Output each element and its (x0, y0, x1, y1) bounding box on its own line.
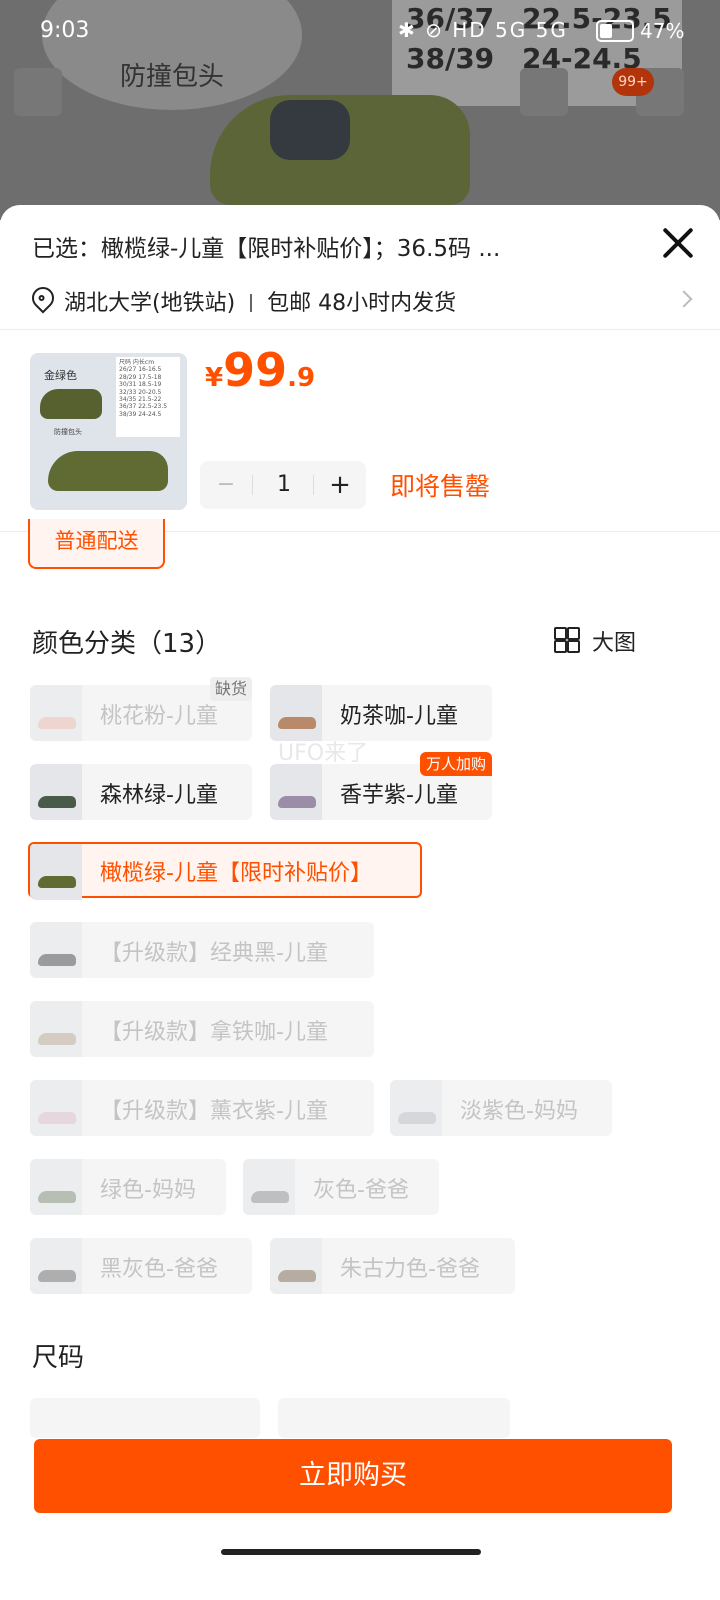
color-option[interactable]: 【升级款】拿铁咖-儿童 (30, 1001, 374, 1057)
decrease-button[interactable]: − (200, 461, 252, 509)
color-swatch (30, 844, 82, 900)
color-option-label: 桃花粉-儿童 (100, 704, 218, 729)
color-option-label: 绿色-妈妈 (100, 1178, 196, 1203)
thumb-table-row: 34/35 21.5-22 (119, 396, 162, 404)
delivery-option-standard[interactable]: 普通配送 (28, 519, 165, 569)
color-option[interactable]: 桃花粉-儿童 缺货 (30, 677, 252, 741)
color-option[interactable]: 淡紫色-妈妈 (390, 1080, 612, 1136)
popular-tag: 万人加购 (419, 752, 492, 776)
buy-now-button[interactable]: 立即购买 (34, 1439, 672, 1513)
big-image-label: 大图 (592, 631, 637, 656)
color-option[interactable]: 森林绿-儿童 (30, 764, 252, 820)
watermark: UFO来了 (278, 741, 369, 766)
status-time: 9:03 (40, 18, 90, 43)
color-swatch (30, 1238, 82, 1294)
thumb-color-label: 金绿色 (44, 369, 77, 382)
color-swatch (30, 1001, 82, 1057)
color-option-label: 【升级款】薰衣紫-儿童 (100, 1099, 328, 1124)
price-integer: 99 (223, 343, 288, 397)
color-option[interactable]: 朱古力色-爸爸 (270, 1238, 515, 1294)
size-option[interactable] (30, 1398, 260, 1438)
color-option[interactable]: 【升级款】经典黑-儿童 (30, 922, 374, 978)
address-text: 湖北大学(地铁站) 包邮 48小时内发货 (64, 285, 456, 317)
cart-count-badge: 99+ (612, 68, 654, 96)
thumb-size-table: 尺码 内长cm 26/27 16-16.5 28/29 17.5-18 30/3… (116, 357, 180, 437)
out-of-stock-tag: 缺货 (209, 677, 252, 701)
size-option[interactable] (278, 1398, 510, 1438)
thumb-table-row: 30/31 18.5-19 (119, 381, 162, 389)
thumb-table-row: 26/27 16-16.5 (119, 366, 162, 374)
increase-button[interactable]: + (314, 461, 366, 509)
stock-status: 即将售罄 (390, 472, 491, 501)
color-option-label: 灰色-爸爸 (313, 1178, 409, 1203)
shoe-strap-image (270, 100, 350, 160)
location-pin-icon (27, 282, 59, 314)
color-option[interactable]: 黑灰色-爸爸 (30, 1238, 252, 1294)
thumb-table-row: 36/37 22.5-23.5 (119, 403, 168, 411)
color-section-title: 颜色分类（13） (32, 629, 222, 659)
color-option-selected[interactable]: 橄榄绿-儿童【限时补贴价】 (28, 842, 422, 900)
thumb-shoe (48, 451, 168, 491)
thumb-shoe-small (40, 389, 102, 419)
battery-percent: 47% (640, 19, 685, 43)
home-indicator[interactable] (221, 1549, 481, 1555)
stepper-divider (252, 475, 253, 495)
grid-view-icon (554, 627, 580, 653)
selected-summary: 已选：橄榄绿-儿童【限时补贴价】；36.5码 ... (32, 236, 501, 262)
color-swatch (270, 764, 322, 820)
color-option-label: 【升级款】拿铁咖-儿童 (100, 1020, 328, 1045)
color-swatch (30, 922, 82, 978)
color-swatch (30, 685, 82, 741)
sku-selection-sheet: 已选：橄榄绿-儿童【限时补贴价】；36.5码 ... 湖北大学(地铁站) 包邮 … (0, 205, 720, 1600)
address-name: 湖北大学(地铁站) (64, 291, 236, 316)
status-icons: ✱ ⊘ HD 5G 5G (398, 18, 568, 42)
price-decimal: .9 (287, 363, 316, 393)
delivery-address-row[interactable]: 湖北大学(地铁站) 包邮 48小时内发货 (27, 277, 693, 323)
color-swatch (270, 1238, 322, 1294)
color-option-label: 香芋紫-儿童 (340, 783, 458, 808)
thumb-table-row: 尺码 内长cm (119, 359, 155, 366)
color-option-label: 【升级款】经典黑-儿童 (100, 941, 328, 966)
shipping-info: 包邮 48小时内发货 (267, 291, 457, 316)
back-button-bg[interactable] (14, 68, 62, 116)
status-bar: 9:03 ✱ ⊘ HD 5G 5G 47% (0, 0, 720, 64)
color-option[interactable]: 绿色-妈妈 (30, 1159, 226, 1215)
color-swatch (270, 685, 322, 741)
price-currency: ¥ (205, 363, 224, 393)
color-swatch (390, 1080, 442, 1136)
thumb-table-row: 28/29 17.5-18 (119, 373, 162, 381)
thumb-caption: 防撞包头 (54, 428, 82, 436)
color-swatch (30, 1159, 82, 1215)
quantity-value[interactable]: 1 (254, 461, 314, 509)
color-option-label: 奶茶咖-儿童 (340, 704, 458, 729)
color-swatch (30, 764, 82, 820)
big-image-toggle[interactable]: 大图 (554, 625, 637, 657)
battery-icon (596, 20, 634, 42)
color-option-label: 淡紫色-妈妈 (460, 1099, 578, 1124)
color-swatch (243, 1159, 295, 1215)
quantity-stepper: − 1 + (200, 461, 366, 509)
chevron-right-icon (675, 290, 693, 308)
thumb-table-row: 38/39 24-24.5 (119, 410, 162, 418)
color-option-label: 森林绿-儿童 (100, 783, 218, 808)
color-swatch (30, 1080, 82, 1136)
color-option-label: 橄榄绿-儿童【限时补贴价】 (100, 861, 372, 886)
color-option[interactable]: 奶茶咖-儿童 (270, 685, 492, 741)
color-option[interactable]: 【升级款】薰衣紫-儿童 (30, 1080, 374, 1136)
divider (0, 329, 720, 330)
close-icon[interactable] (660, 225, 696, 261)
thumb-table-row: 32/33 20-20.5 (119, 388, 162, 396)
color-option-label: 黑灰色-爸爸 (100, 1257, 218, 1282)
address-separator (250, 294, 253, 312)
color-option[interactable]: 香芋紫-儿童 万人加购 (270, 752, 492, 820)
share-button-bg[interactable] (520, 68, 568, 116)
price: ¥99.9 (205, 343, 315, 397)
size-section-title: 尺码 (32, 1343, 85, 1373)
color-option-label: 朱古力色-爸爸 (340, 1257, 480, 1282)
color-option[interactable]: 灰色-爸爸 (243, 1159, 439, 1215)
product-thumbnail[interactable]: 金绿色 防撞包头 尺码 内长cm 26/27 16-16.5 28/29 17.… (30, 353, 187, 510)
